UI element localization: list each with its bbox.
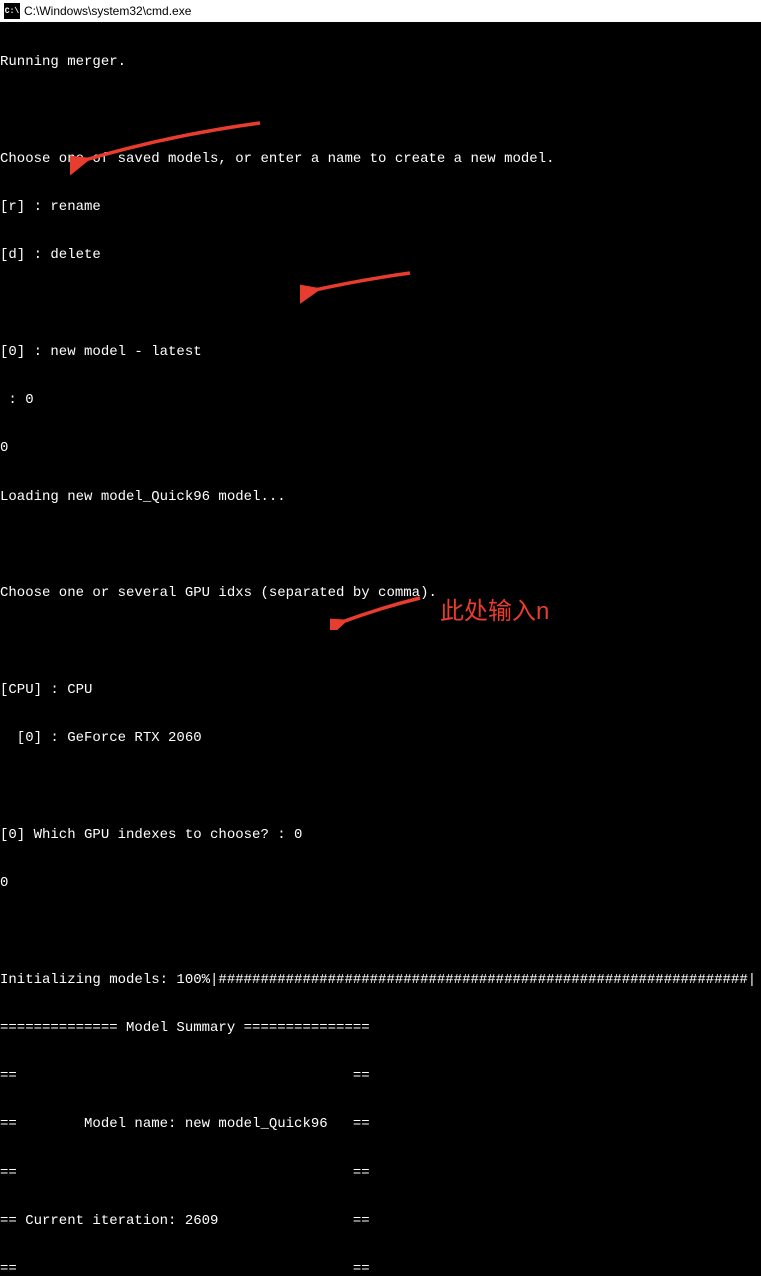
terminal-line: [r] : rename	[0, 199, 761, 215]
terminal-line	[0, 102, 761, 118]
terminal-line: Choose one of saved models, or enter a n…	[0, 151, 761, 167]
cmd-icon: C:\	[4, 3, 20, 19]
terminal-line: [0] : new model - latest	[0, 344, 761, 360]
terminal-line: Initializing models: 100%|##############…	[0, 972, 761, 988]
terminal-line: ============== Model Summary ===========…	[0, 1020, 761, 1036]
terminal-line: == ==	[0, 1261, 761, 1276]
terminal-line: Loading new model_Quick96 model...	[0, 489, 761, 505]
terminal-line: : 0	[0, 392, 761, 408]
titlebar[interactable]: C:\ C:\Windows\system32\cmd.exe	[0, 0, 761, 22]
terminal-line: Choose one or several GPU idxs (separate…	[0, 585, 761, 601]
terminal-line: [0] : GeForce RTX 2060	[0, 730, 761, 746]
terminal-line: 0	[0, 875, 761, 891]
terminal-line	[0, 634, 761, 650]
terminal-line: [0] Which GPU indexes to choose? : 0	[0, 827, 761, 843]
terminal-line: == Current iteration: 2609 ==	[0, 1213, 761, 1229]
terminal-line	[0, 296, 761, 312]
window-title: C:\Windows\system32\cmd.exe	[24, 4, 191, 18]
terminal-line: == ==	[0, 1165, 761, 1181]
terminal-line	[0, 778, 761, 794]
terminal-line: [CPU] : CPU	[0, 682, 761, 698]
terminal-line: == ==	[0, 1068, 761, 1084]
terminal-line: 0	[0, 440, 761, 456]
terminal-line	[0, 923, 761, 939]
terminal-line: [d] : delete	[0, 247, 761, 263]
terminal-line	[0, 537, 761, 553]
terminal-output[interactable]: Running merger. Choose one of saved mode…	[0, 22, 761, 1276]
terminal-line: Running merger.	[0, 54, 761, 70]
terminal-line: == Model name: new model_Quick96 ==	[0, 1116, 761, 1132]
